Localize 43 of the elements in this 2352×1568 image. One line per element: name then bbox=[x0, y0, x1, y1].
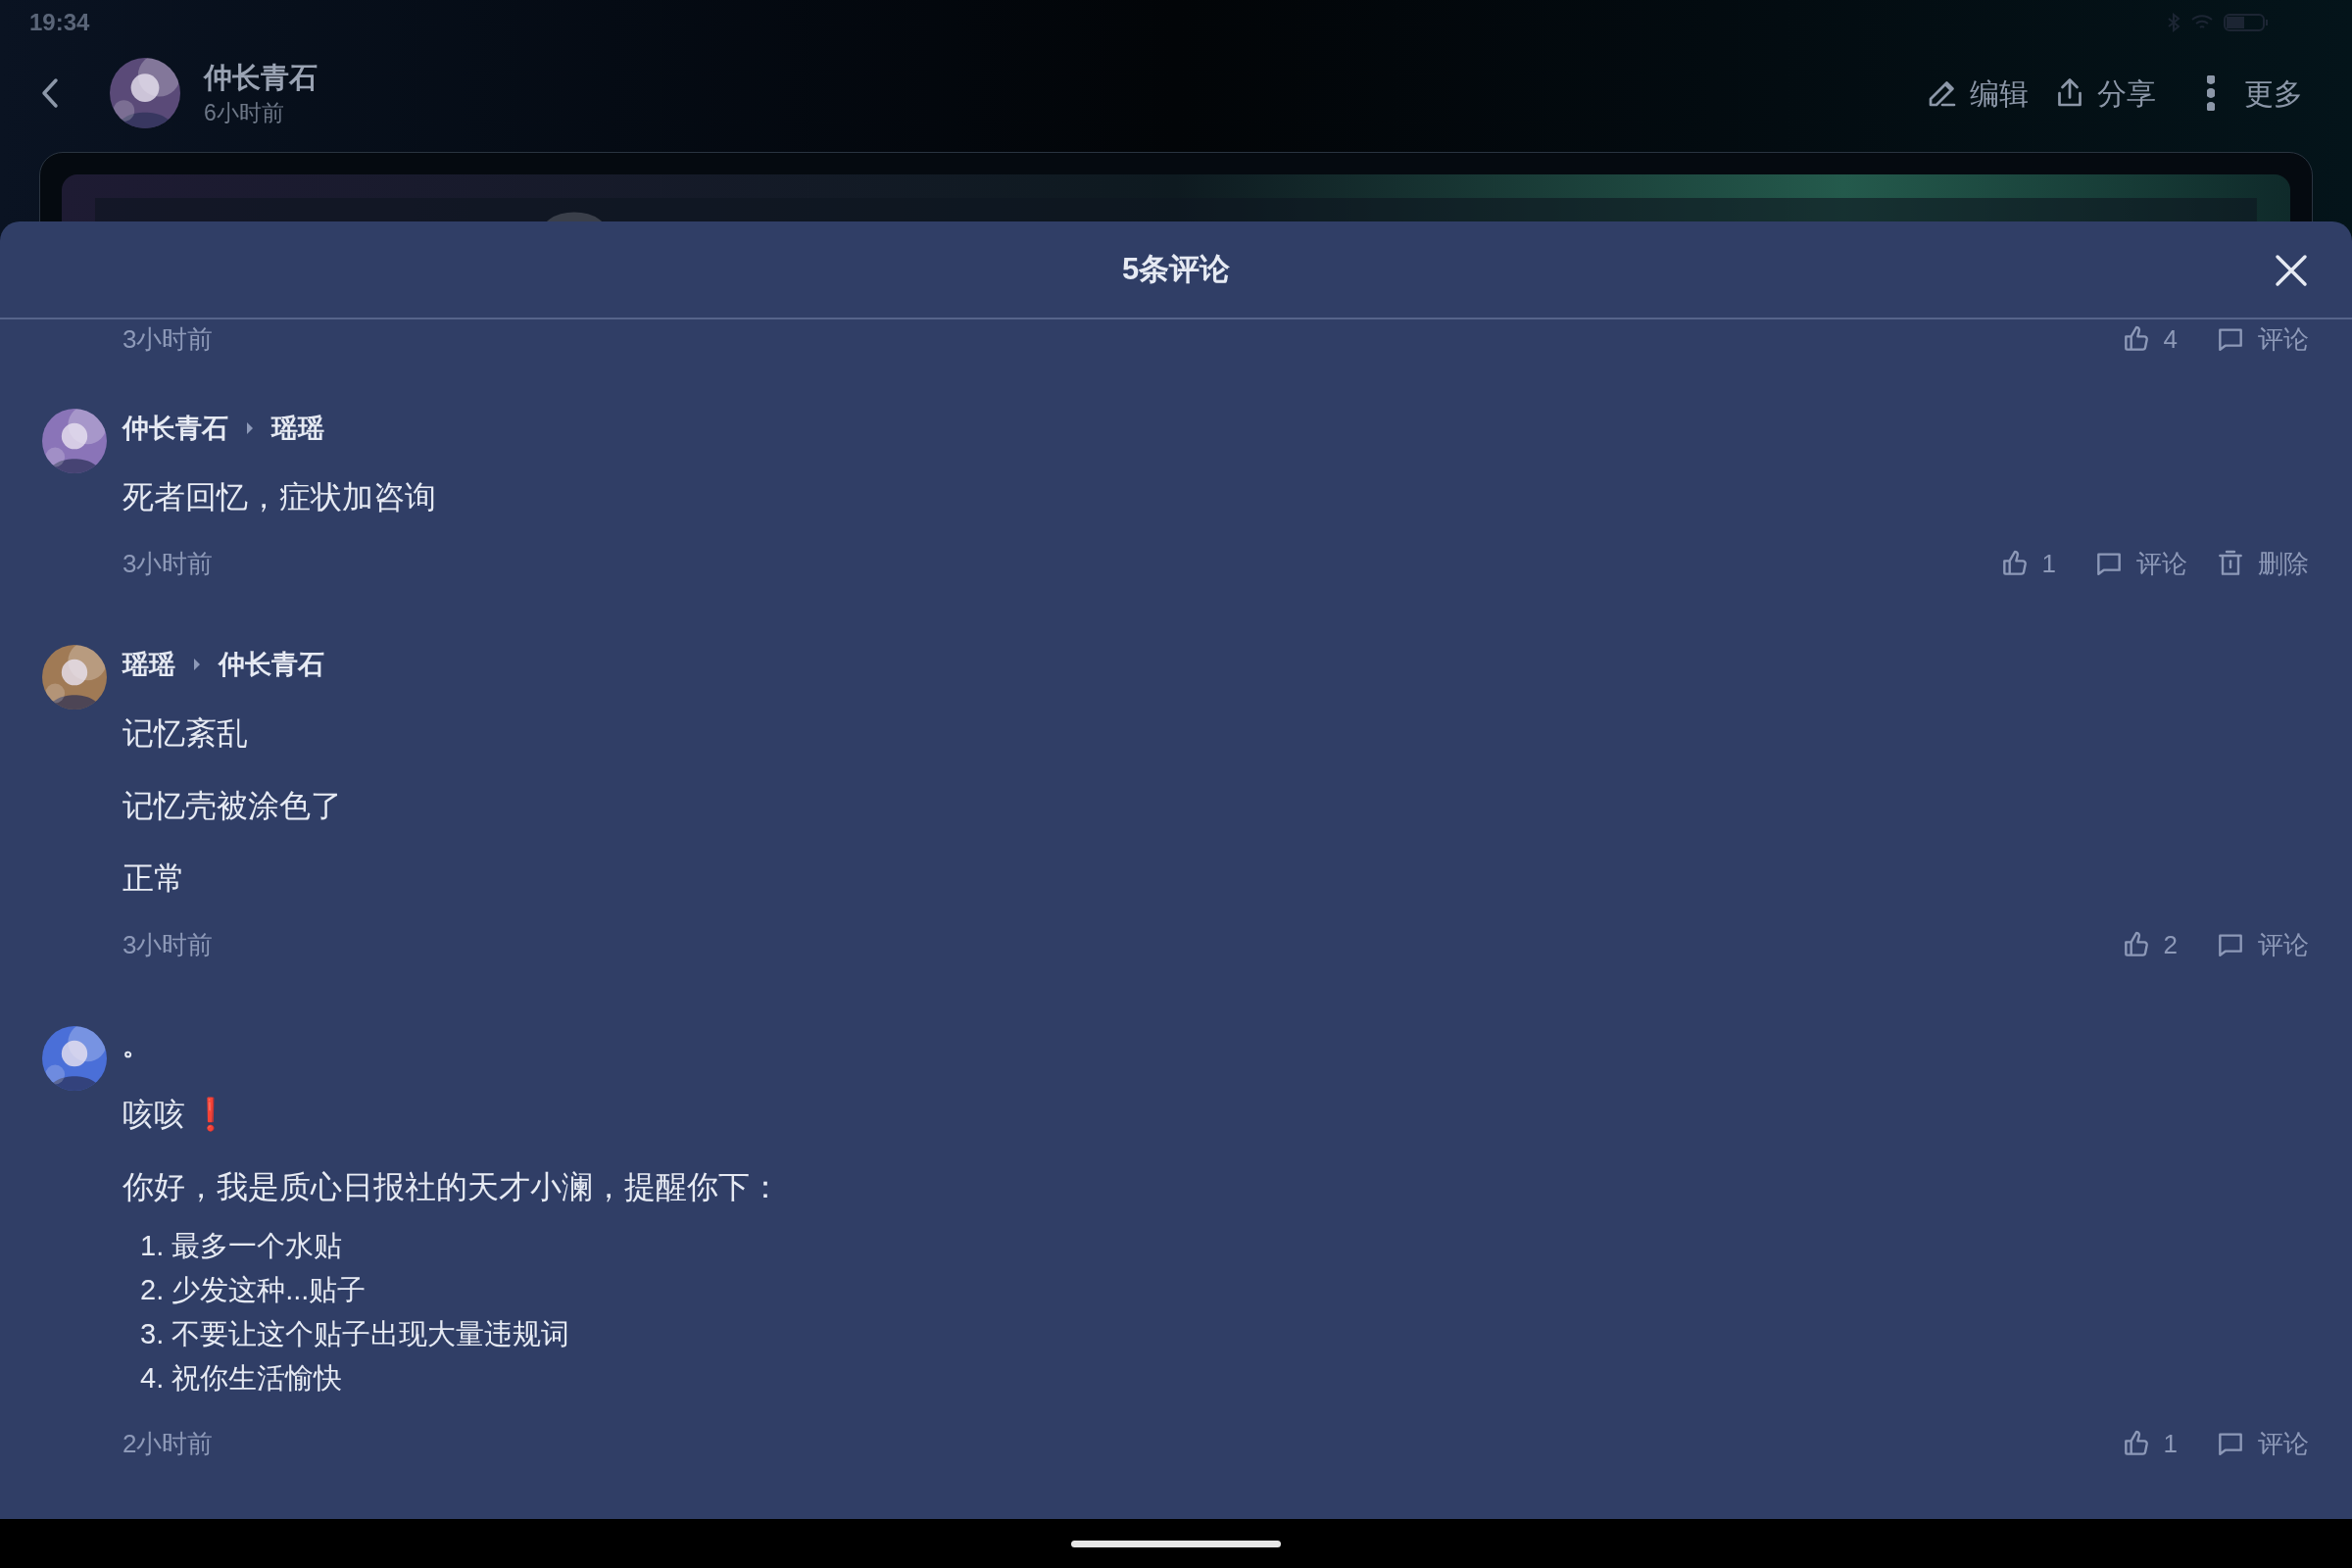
comment-time: 2小时前 bbox=[122, 1427, 214, 1460]
edit-button[interactable]: 编辑 bbox=[1925, 71, 2029, 116]
comment-text: 死者回忆，症状加咨询 bbox=[122, 478, 436, 516]
delete-button[interactable]: 删除 bbox=[2215, 544, 2309, 583]
comment-time: 3小时前 bbox=[122, 322, 214, 356]
like-button[interactable]: 1 bbox=[2120, 1424, 2178, 1463]
like-button[interactable]: 2 bbox=[2120, 925, 2178, 964]
list-item: 1. 最多一个水贴 bbox=[140, 1228, 344, 1263]
list-item: 4. 祝你生活愉快 bbox=[140, 1360, 344, 1396]
comment-button[interactable]: 评论 bbox=[2215, 1424, 2309, 1463]
commenter-name[interactable]: 。 bbox=[122, 1025, 149, 1066]
like-button[interactable]: 4 bbox=[2120, 319, 2178, 359]
comment-time: 3小时前 bbox=[122, 547, 214, 580]
comment-text: 记忆紊乱 bbox=[122, 714, 248, 753]
bluetooth-icon bbox=[2167, 12, 2180, 32]
list-item: 2. 少发这种...贴子 bbox=[140, 1272, 368, 1307]
more-icon bbox=[2207, 75, 2215, 111]
reply-to-name[interactable]: 瑶瑶 bbox=[271, 408, 324, 449]
comment-button[interactable]: 评论 bbox=[2215, 925, 2309, 964]
like-button[interactable]: 1 bbox=[1998, 544, 2056, 583]
commenter-name[interactable]: 瑶瑶 bbox=[122, 644, 175, 685]
comment-time: 3小时前 bbox=[122, 928, 214, 961]
commenter-name[interactable]: 仲长青石 bbox=[122, 408, 228, 449]
reply-to-name[interactable]: 仲长青石 bbox=[219, 644, 324, 685]
comment-text: 正常 bbox=[122, 859, 185, 898]
more-button[interactable]: 更多 bbox=[2207, 71, 2303, 116]
exclamation-emoji: ❗ bbox=[191, 1096, 230, 1134]
status-time: 19:34 bbox=[29, 7, 90, 37]
comment-text: 咳咳 bbox=[122, 1096, 185, 1134]
reply-arrow-icon bbox=[193, 658, 201, 671]
sheet-title: 5条评论 bbox=[1121, 250, 1231, 288]
comment-text: 你好，我是质心日报社的天才小澜，提醒你下： bbox=[122, 1168, 781, 1206]
comment-text: 记忆壳被涂色了 bbox=[122, 787, 342, 825]
share-button[interactable]: 分享 bbox=[2052, 71, 2156, 116]
close-button[interactable] bbox=[2274, 253, 2309, 288]
comment-button[interactable]: 评论 bbox=[2093, 544, 2187, 583]
post-time: 6小时前 bbox=[204, 99, 285, 127]
author-name[interactable]: 仲长青石 bbox=[204, 58, 318, 97]
list-item: 3. 不要让这个贴子出现大量违规词 bbox=[140, 1316, 571, 1351]
comment-button[interactable]: 评论 bbox=[2215, 319, 2309, 359]
home-indicator[interactable] bbox=[1071, 1540, 1281, 1547]
reply-arrow-icon bbox=[246, 421, 254, 435]
battery-icon bbox=[2224, 12, 2269, 32]
